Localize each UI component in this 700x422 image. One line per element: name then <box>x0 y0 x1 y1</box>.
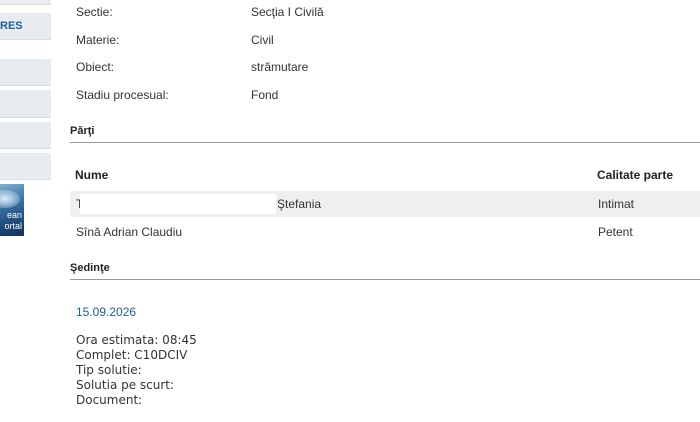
info-label: Stadiu procesual: <box>76 88 169 102</box>
party-role: Intimat <box>598 197 635 211</box>
table-row: Sînă Adrian Claudiu Petent <box>70 219 700 245</box>
banner-text-line: ortal <box>4 221 22 231</box>
sidebar-item-highlighted[interactable]: RES <box>0 13 51 40</box>
column-header-name: Nume <box>75 168 109 182</box>
info-label: Materie: <box>76 33 120 47</box>
parties-section-title: Părţi <box>70 125 95 137</box>
hearing-solution-summary: Solutia pe scurt: <box>76 378 175 392</box>
sidebar: RES ean ortal <box>0 0 52 422</box>
column-header-role: Calitate parte <box>597 168 674 182</box>
info-value: Fond <box>251 88 279 102</box>
party-name: Ştefania <box>277 197 322 211</box>
hearing-document: Document: <box>76 393 143 407</box>
sidebar-item-top[interactable] <box>0 0 51 5</box>
parties-table-header: Nume Calitate parte <box>70 166 700 186</box>
redaction-box <box>80 194 276 214</box>
hearing-panel: Complet: C10DCIV <box>76 348 188 362</box>
sidebar-item[interactable] <box>0 59 51 86</box>
party-role: Petent <box>598 225 633 239</box>
info-value: Civil <box>251 33 274 47</box>
banner-glow <box>0 190 20 208</box>
section-divider <box>70 279 700 280</box>
sidebar-item[interactable] <box>0 153 51 180</box>
section-divider <box>70 142 700 143</box>
info-value: strămutare <box>251 60 309 74</box>
banner-text-line: ean <box>6 210 22 220</box>
sidebar-item[interactable] <box>0 90 51 118</box>
sidebar-item[interactable] <box>0 122 51 149</box>
hearing-solution-type: Tip solutie: <box>76 363 142 377</box>
party-name: Sînă Adrian Claudiu <box>76 225 183 239</box>
hearing-details: Ora estimata: 08:45 Complet: C10DCIV Tip… <box>76 333 197 408</box>
european-portal-banner[interactable]: ean ortal <box>0 184 24 236</box>
info-label: Sectie: <box>76 5 113 19</box>
info-value: Secţia I Civilă <box>251 5 324 19</box>
info-label: Obiect: <box>76 60 115 74</box>
table-row: T Ştefania Intimat <box>70 191 700 217</box>
sidebar-item-label: RES <box>0 20 23 32</box>
hearing-estimated-time: Ora estimata: 08:45 <box>76 333 197 347</box>
hearing-date: 15.09.2026 <box>76 305 137 319</box>
hearings-section-title: Şedinţe <box>70 262 110 274</box>
